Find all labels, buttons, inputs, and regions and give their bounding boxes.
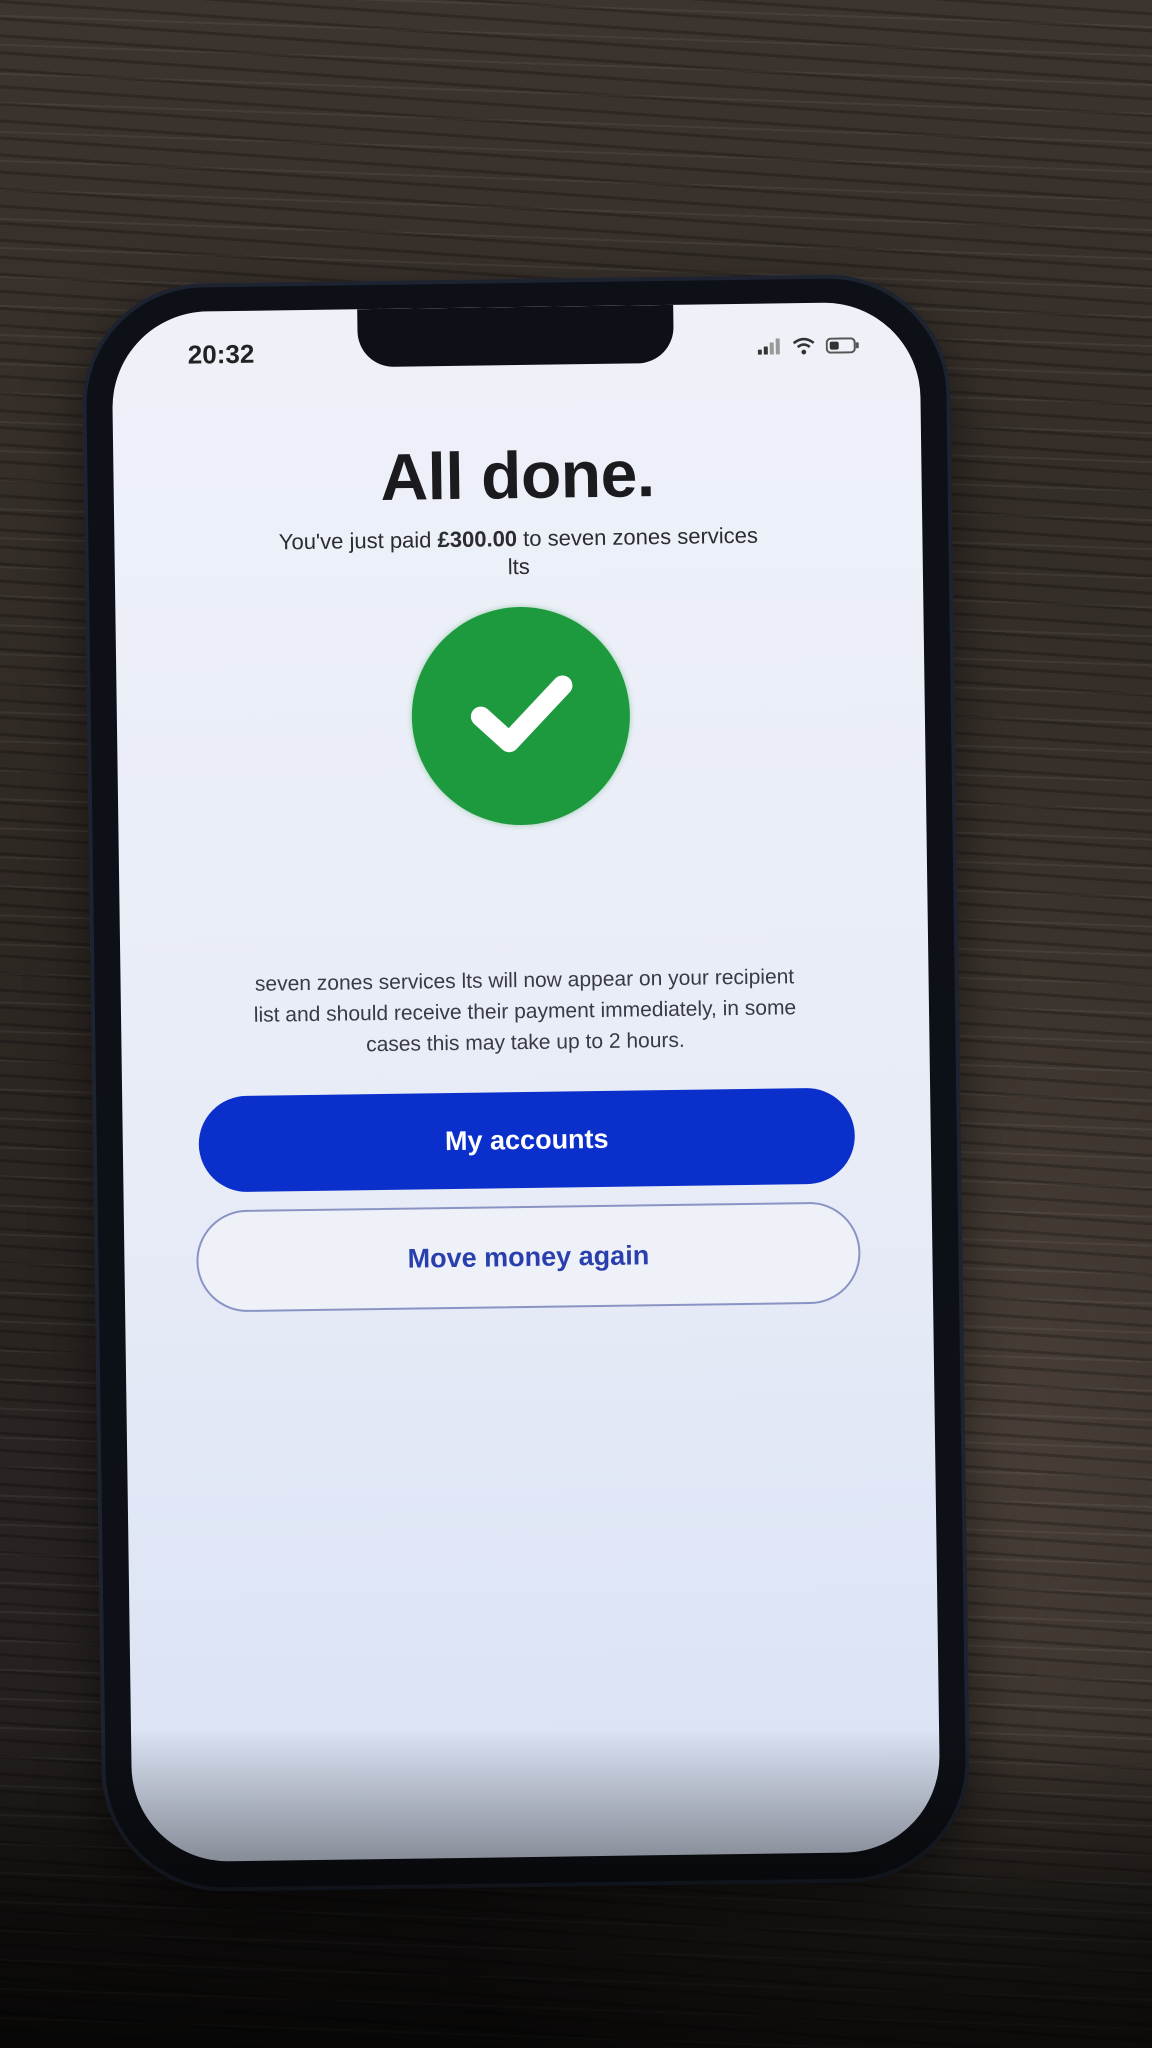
payment-summary: You've just paid £300.00 to seven zones … [268, 522, 769, 585]
phone-screen: 20:32 All done. You've just paid £300.00… [111, 301, 941, 1863]
signal-icon [757, 338, 782, 359]
move-money-again-button[interactable]: Move money again [195, 1201, 862, 1313]
status-bar: 20:32 [187, 322, 859, 371]
my-accounts-button[interactable]: My accounts [198, 1087, 856, 1193]
success-badge [410, 605, 632, 827]
payment-summary-suffix: to seven zones services lts [507, 522, 759, 580]
battery-icon [825, 337, 860, 358]
status-icons [757, 336, 860, 360]
page-title: All done. [379, 436, 656, 514]
payment-summary-prefix: You've just paid [278, 527, 438, 555]
wifi-icon [792, 337, 816, 360]
recipient-info-text: seven zones services lts will now appear… [253, 965, 797, 1057]
confirmation-content: All done. You've just paid £300.00 to se… [113, 431, 933, 1313]
checkmark-icon [460, 663, 581, 770]
status-time: 20:32 [187, 338, 255, 370]
phone-device: 20:32 All done. You've just paid £300.00… [84, 277, 968, 1889]
payment-amount: £300.00 [437, 526, 518, 553]
